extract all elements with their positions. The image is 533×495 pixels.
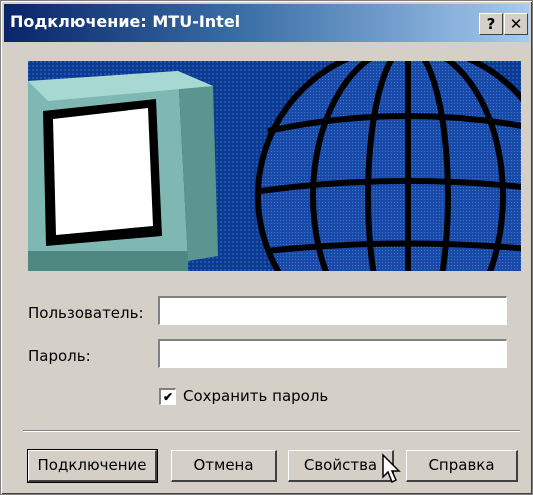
save-password-checkbox[interactable]: ✔ bbox=[159, 388, 176, 405]
save-password-label: Сохранить пароль bbox=[183, 387, 329, 405]
close-title-button[interactable]: ✕ bbox=[504, 13, 528, 35]
help-title-button[interactable]: ? bbox=[479, 13, 503, 35]
mouse-pointer-icon bbox=[382, 453, 401, 484]
cancel-button[interactable]: Отмена bbox=[171, 450, 277, 482]
separator bbox=[23, 430, 520, 432]
password-field[interactable] bbox=[158, 339, 507, 368]
properties-button[interactable]: Свойства bbox=[288, 450, 394, 482]
help-button[interactable]: Справка bbox=[406, 450, 518, 482]
banner-image bbox=[28, 61, 521, 271]
user-field[interactable] bbox=[158, 296, 507, 325]
window-title: Подключение: MTU-Intel bbox=[10, 12, 241, 31]
title-bar[interactable]: Подключение: MTU-Intel ? ✕ bbox=[4, 4, 529, 42]
connect-button[interactable]: Подключение bbox=[27, 449, 158, 483]
user-label: Пользователь: bbox=[28, 304, 144, 322]
dialup-connection-dialog: Подключение: MTU-Intel ? ✕ Пользователь:… bbox=[0, 0, 533, 495]
computer-and-globe-illustration-icon bbox=[28, 61, 521, 271]
password-label: Пароль: bbox=[28, 347, 91, 365]
